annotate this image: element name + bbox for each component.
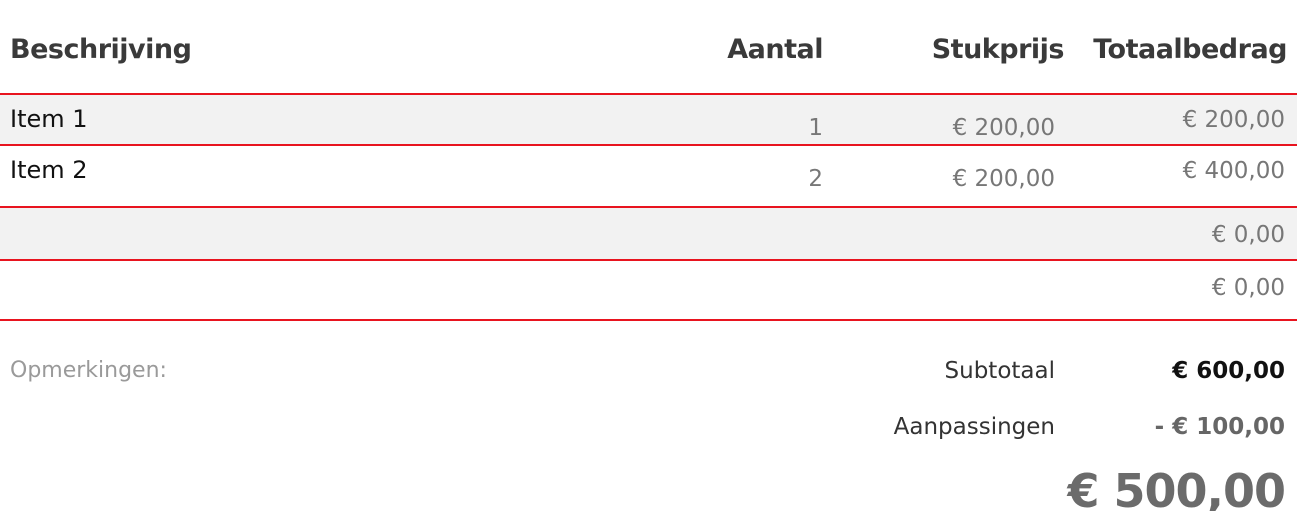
table-row[interactable]: Item 1 1 € 200,00 € 200,00 — [0, 93, 1297, 146]
table-row[interactable]: Item 2 2 € 200,00 € 400,00 — [0, 144, 1297, 208]
row-unit-price-cell[interactable]: € 200,00 — [953, 115, 1055, 141]
row-quantity-cell[interactable]: 1 — [808, 115, 823, 141]
adjustments-value[interactable]: - € 100,00 — [1155, 414, 1285, 440]
table-bottom-divider — [0, 319, 1297, 321]
adjustments-label: Aanpassingen — [893, 414, 1055, 440]
row-total-cell: € 200,00 — [1182, 107, 1285, 133]
row-total-cell: € 0,00 — [1211, 222, 1285, 248]
row-total-cell: € 400,00 — [1182, 158, 1285, 184]
row-description-cell[interactable]: Item 1 — [10, 105, 88, 133]
table-row[interactable]: € 0,00 — [0, 259, 1297, 321]
column-header-unit-price: Stukprijs — [931, 34, 1065, 65]
row-unit-price-cell[interactable]: € 200,00 — [953, 166, 1055, 192]
notes-label[interactable]: Opmerkingen: — [10, 358, 167, 383]
row-quantity-cell[interactable]: 2 — [808, 166, 823, 192]
subtotal-label: Subtotaal — [944, 358, 1055, 384]
column-header-quantity: Aantal — [727, 34, 823, 65]
column-header-description: Beschrijving — [10, 34, 192, 65]
grand-total-value: € 500,00 — [1067, 464, 1286, 511]
row-total-cell: € 0,00 — [1211, 275, 1285, 301]
table-row[interactable]: € 0,00 — [0, 206, 1297, 261]
subtotal-value: € 600,00 — [1172, 358, 1285, 384]
column-header-total: Totaalbedrag — [1093, 34, 1287, 65]
row-description-cell[interactable]: Item 2 — [10, 156, 88, 184]
